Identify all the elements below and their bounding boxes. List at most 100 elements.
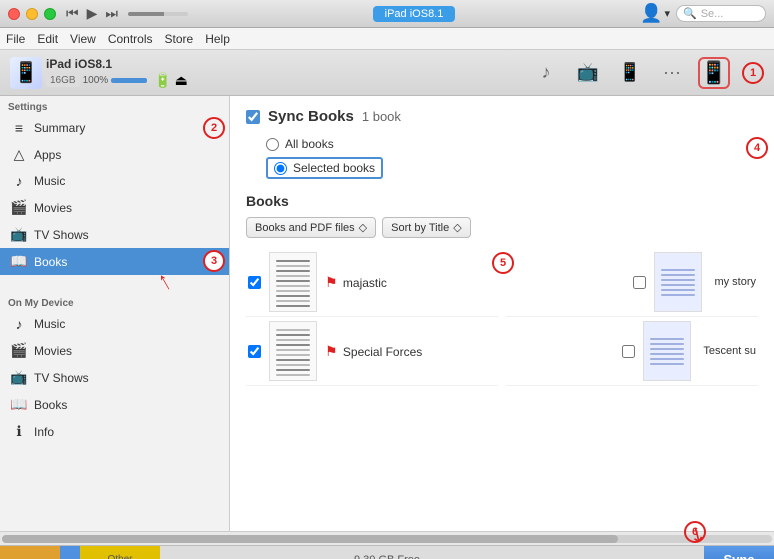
info-icon: ℹ [10,423,28,440]
book-thumb-majastic [269,252,317,312]
sidebar-device-tvshows-label: TV Shows [34,371,89,385]
sidebar-label-music: Music [34,174,65,188]
book-info-specialforces: ⚑ Special Forces [325,343,496,360]
nav-ipad-icon[interactable]: 📱 [698,57,730,89]
book-info-majastic: ⚑ majastic [325,274,496,291]
sidebar-item-summary[interactable]: ≡ Summary 2 [0,115,229,141]
books-toolbar: Books and PDF files ◇ Sort by Title ◇ [246,217,758,238]
storage-percent: 100% [83,75,109,86]
sidebar-item-apps[interactable]: △ Apps [0,141,229,168]
book-row-specialforces: ⚑ Special Forces [246,317,498,386]
sync-count: 1 book [362,109,401,124]
nav-music-icon[interactable]: ♪ [530,57,562,89]
sidebar-label-books: Books [34,255,67,269]
sidebar-label-summary: Summary [34,121,85,135]
apps-icon: △ [10,146,28,163]
radio-selected-input[interactable] [274,162,287,175]
sidebar-info-label: Info [34,425,54,439]
sidebar-item-movies[interactable]: 🎬 Movies [0,194,229,221]
back-button[interactable]: ⏮ [66,5,79,22]
book-title-specialforces: Special Forces [343,345,422,359]
sidebar: Settings ≡ Summary 2 △ Apps ♪ Music 🎬 Mo… [0,96,230,531]
sidebar-device-movies[interactable]: 🎬 Movies [0,337,229,364]
forward-button[interactable]: ⏭ [105,5,118,22]
menu-help[interactable]: Help [205,32,230,46]
device-tvshows-icon: 📺 [10,369,28,386]
sidebar-device-books[interactable]: 📖 Books [0,391,229,418]
sort-label: Sort by Title [391,222,449,234]
sidebar-device-tvshows[interactable]: 📺 TV Shows [0,364,229,391]
search-box[interactable]: 🔍 Se... [676,5,766,22]
book-thumb-specialforces [269,321,317,381]
book-row-majastic: ⚑ majastic 5 [246,248,498,317]
sync-header: Sync Books 1 book [246,108,758,125]
sync-checkbox[interactable] [246,110,260,124]
storage-size-label: 16GB [46,74,80,87]
free-label: 9.30 GB Free [354,554,420,559]
radio-all-label: All books [285,137,334,151]
annotation-4: 4 [746,137,768,159]
sidebar-item-tvshows[interactable]: 📺 TV Shows [0,221,229,248]
summary-icon: ≡ [10,120,28,136]
books-icon: 📖 [10,253,28,270]
storage-bar-full: Other [0,546,704,559]
mystory-label: my story [714,276,756,288]
content-area: Sync Books 1 book All books Selected boo… [230,96,774,531]
sort-button[interactable]: Sort by Title ◇ [382,217,471,238]
minimize-button[interactable] [26,8,38,20]
book-check-specialforces[interactable] [248,345,261,358]
nav-bar: 📱 iPad iOS8.1 16GB 100% 🔋 ⏏ ♪ 📺 📱 ··· 📱 [0,50,774,96]
sidebar-device-movies-label: Movies [34,344,72,358]
scrollbar[interactable] [0,531,774,545]
annotation-1: 1 [742,62,764,84]
book-check-mystory[interactable] [633,276,646,289]
zoom-button[interactable] [44,8,56,20]
nav-tv-icon[interactable]: 📺 [572,57,604,89]
seg-empty [160,546,704,559]
tescent-label: Tescent su [703,345,756,357]
account-button[interactable]: 👤 ▾ [640,3,670,24]
radio-all-books[interactable]: All books [266,137,758,151]
sidebar-item-books[interactable]: 📖 Books 3 [0,248,229,275]
volume-slider[interactable] [128,12,188,16]
sidebar-device-music-label: Music [34,317,65,331]
menu-controls[interactable]: Controls [108,32,153,46]
filter-type-label: Books and PDF files [255,222,355,234]
battery-icon: 🔋 [154,72,171,89]
search-icon: 🔍 [683,7,697,20]
nav-phone-icon[interactable]: 📱 [614,57,646,89]
books-section-title: Books [246,193,758,209]
book-check-majastic[interactable] [248,276,261,289]
book-check-tescent[interactable] [622,345,635,358]
menu-store[interactable]: Store [165,32,194,46]
menu-edit[interactable]: Edit [37,32,58,46]
radio-all-input[interactable] [266,138,279,151]
sidebar-item-info[interactable]: ℹ Info [0,418,229,445]
settings-label: Settings [0,96,229,115]
sync-button[interactable]: Sync [704,546,774,559]
radio-selected-books[interactable]: Selected books [266,157,758,179]
device-name-label: iPad iOS8.1 [46,57,188,71]
play-button[interactable]: ▶ [87,5,98,22]
book-thumb-mystory [654,252,702,312]
sidebar-device-music[interactable]: ♪ Music [0,311,229,337]
device-books-icon: 📖 [10,396,28,413]
other-label: Other [107,554,132,559]
sidebar-device-books-label: Books [34,398,67,412]
status-bar: Other 9.30 GB Free Sync ↘ 6 [0,545,774,559]
nav-more-icon[interactable]: ··· [656,57,688,89]
menu-view[interactable]: View [70,32,96,46]
sidebar-label-tvshows: TV Shows [34,228,89,242]
annotation-6: 6 [684,521,706,543]
filter-type-chevron: ◇ [359,221,367,234]
close-button[interactable] [8,8,20,20]
eject-icon: ⏏ [175,72,188,89]
menu-bar: File Edit View Controls Store Help [0,28,774,50]
seg-other: Other [80,546,160,559]
sort-chevron: ◇ [453,221,461,234]
filter-type-button[interactable]: Books and PDF files ◇ [246,217,376,238]
annotation-5: 5 [492,252,514,274]
sidebar-item-music[interactable]: ♪ Music [0,168,229,194]
menu-file[interactable]: File [6,32,25,46]
book-row-mystory: my story [506,248,758,317]
